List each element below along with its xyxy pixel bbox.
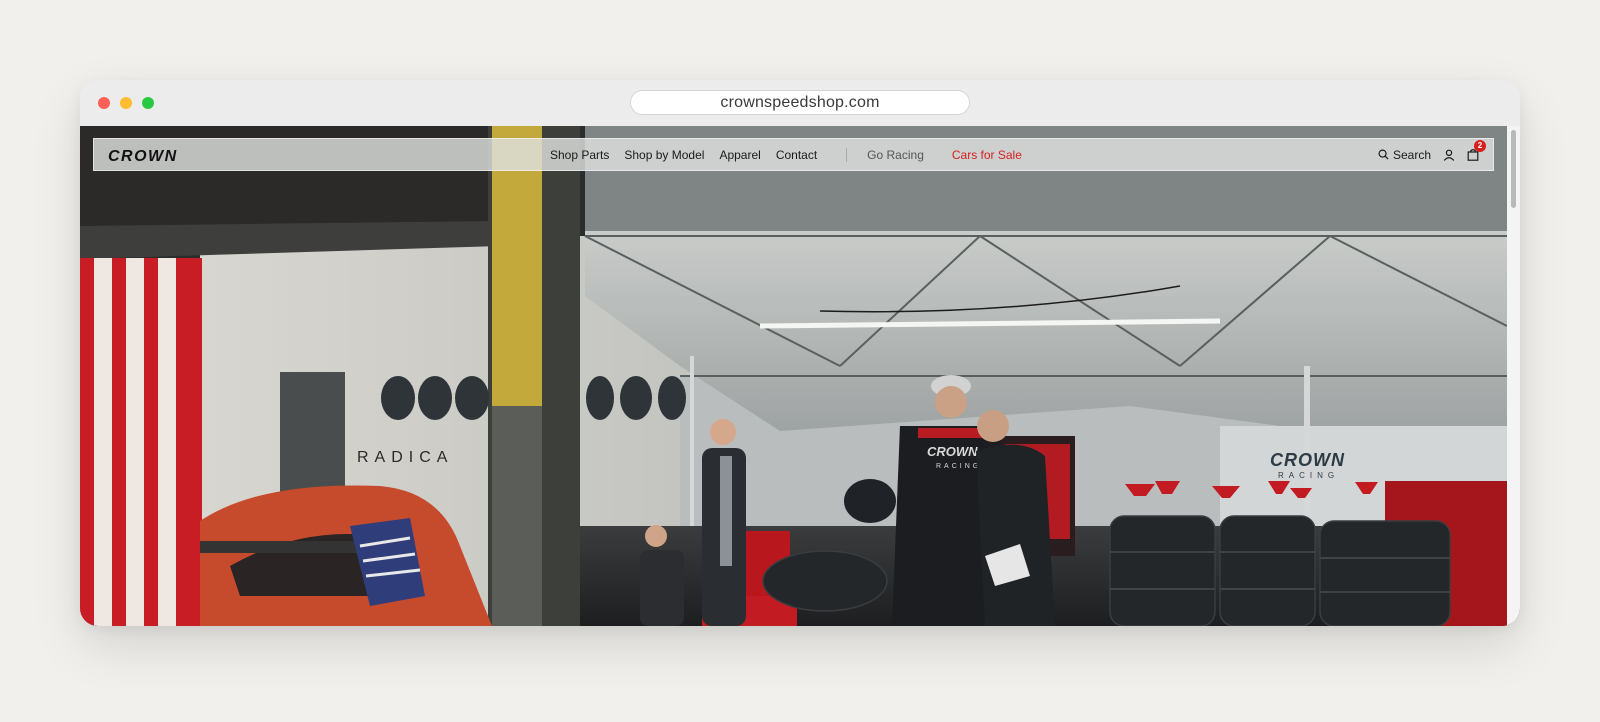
minimize-window-button[interactable] bbox=[120, 97, 132, 109]
page-viewport: RADICA CROWN RACING CROWN RACING CROWN S… bbox=[80, 126, 1520, 626]
crown-logo[interactable]: CROWN bbox=[108, 147, 198, 163]
nav-apparel[interactable]: Apparel bbox=[719, 148, 760, 162]
search-icon bbox=[1378, 149, 1389, 160]
browser-window: crownspeedshop.com RADICA CROWN RACING C… bbox=[80, 80, 1520, 626]
jersey-logo: CROWN bbox=[927, 444, 978, 459]
address-bar[interactable]: crownspeedshop.com bbox=[630, 90, 970, 115]
search-button[interactable]: Search bbox=[1378, 148, 1431, 162]
trailer-logo-subtext: RACING bbox=[1278, 471, 1339, 480]
main-nav: Shop Parts Shop by Model Apparel Contact… bbox=[550, 139, 1037, 170]
nav-contact[interactable]: Contact bbox=[776, 148, 817, 162]
site-header: CROWN Shop Parts Shop by Model Apparel C… bbox=[93, 138, 1494, 171]
nav-go-racing[interactable]: Go Racing bbox=[867, 148, 924, 162]
hero-image: RADICA CROWN RACING CROWN RACING bbox=[80, 126, 1507, 626]
page-scrollbar[interactable] bbox=[1507, 126, 1520, 626]
header-actions: Search 2 bbox=[1378, 139, 1486, 170]
user-icon bbox=[1443, 149, 1455, 161]
scrollbar-thumb[interactable] bbox=[1511, 130, 1516, 208]
search-label: Search bbox=[1392, 147, 1431, 162]
trailer-logo: CROWN bbox=[1270, 450, 1345, 470]
cart-button[interactable]: 2 bbox=[1467, 140, 1486, 161]
cart-count-badge: 2 bbox=[1474, 140, 1486, 152]
crown-logo-text: CROWN bbox=[108, 148, 178, 163]
browser-titlebar: crownspeedshop.com bbox=[80, 80, 1520, 126]
nav-divider bbox=[846, 147, 848, 162]
nav-cars-for-sale[interactable]: Cars for Sale bbox=[952, 148, 1022, 162]
wall-lettering: RADICA bbox=[357, 449, 453, 466]
jersey-logo-subtext: RACING bbox=[936, 463, 981, 470]
nav-shop-parts[interactable]: Shop Parts bbox=[550, 148, 609, 162]
maximize-window-button[interactable] bbox=[142, 97, 154, 109]
close-window-button[interactable] bbox=[98, 97, 110, 109]
nav-shop-by-model[interactable]: Shop by Model bbox=[624, 148, 704, 162]
account-button[interactable] bbox=[1443, 149, 1455, 161]
